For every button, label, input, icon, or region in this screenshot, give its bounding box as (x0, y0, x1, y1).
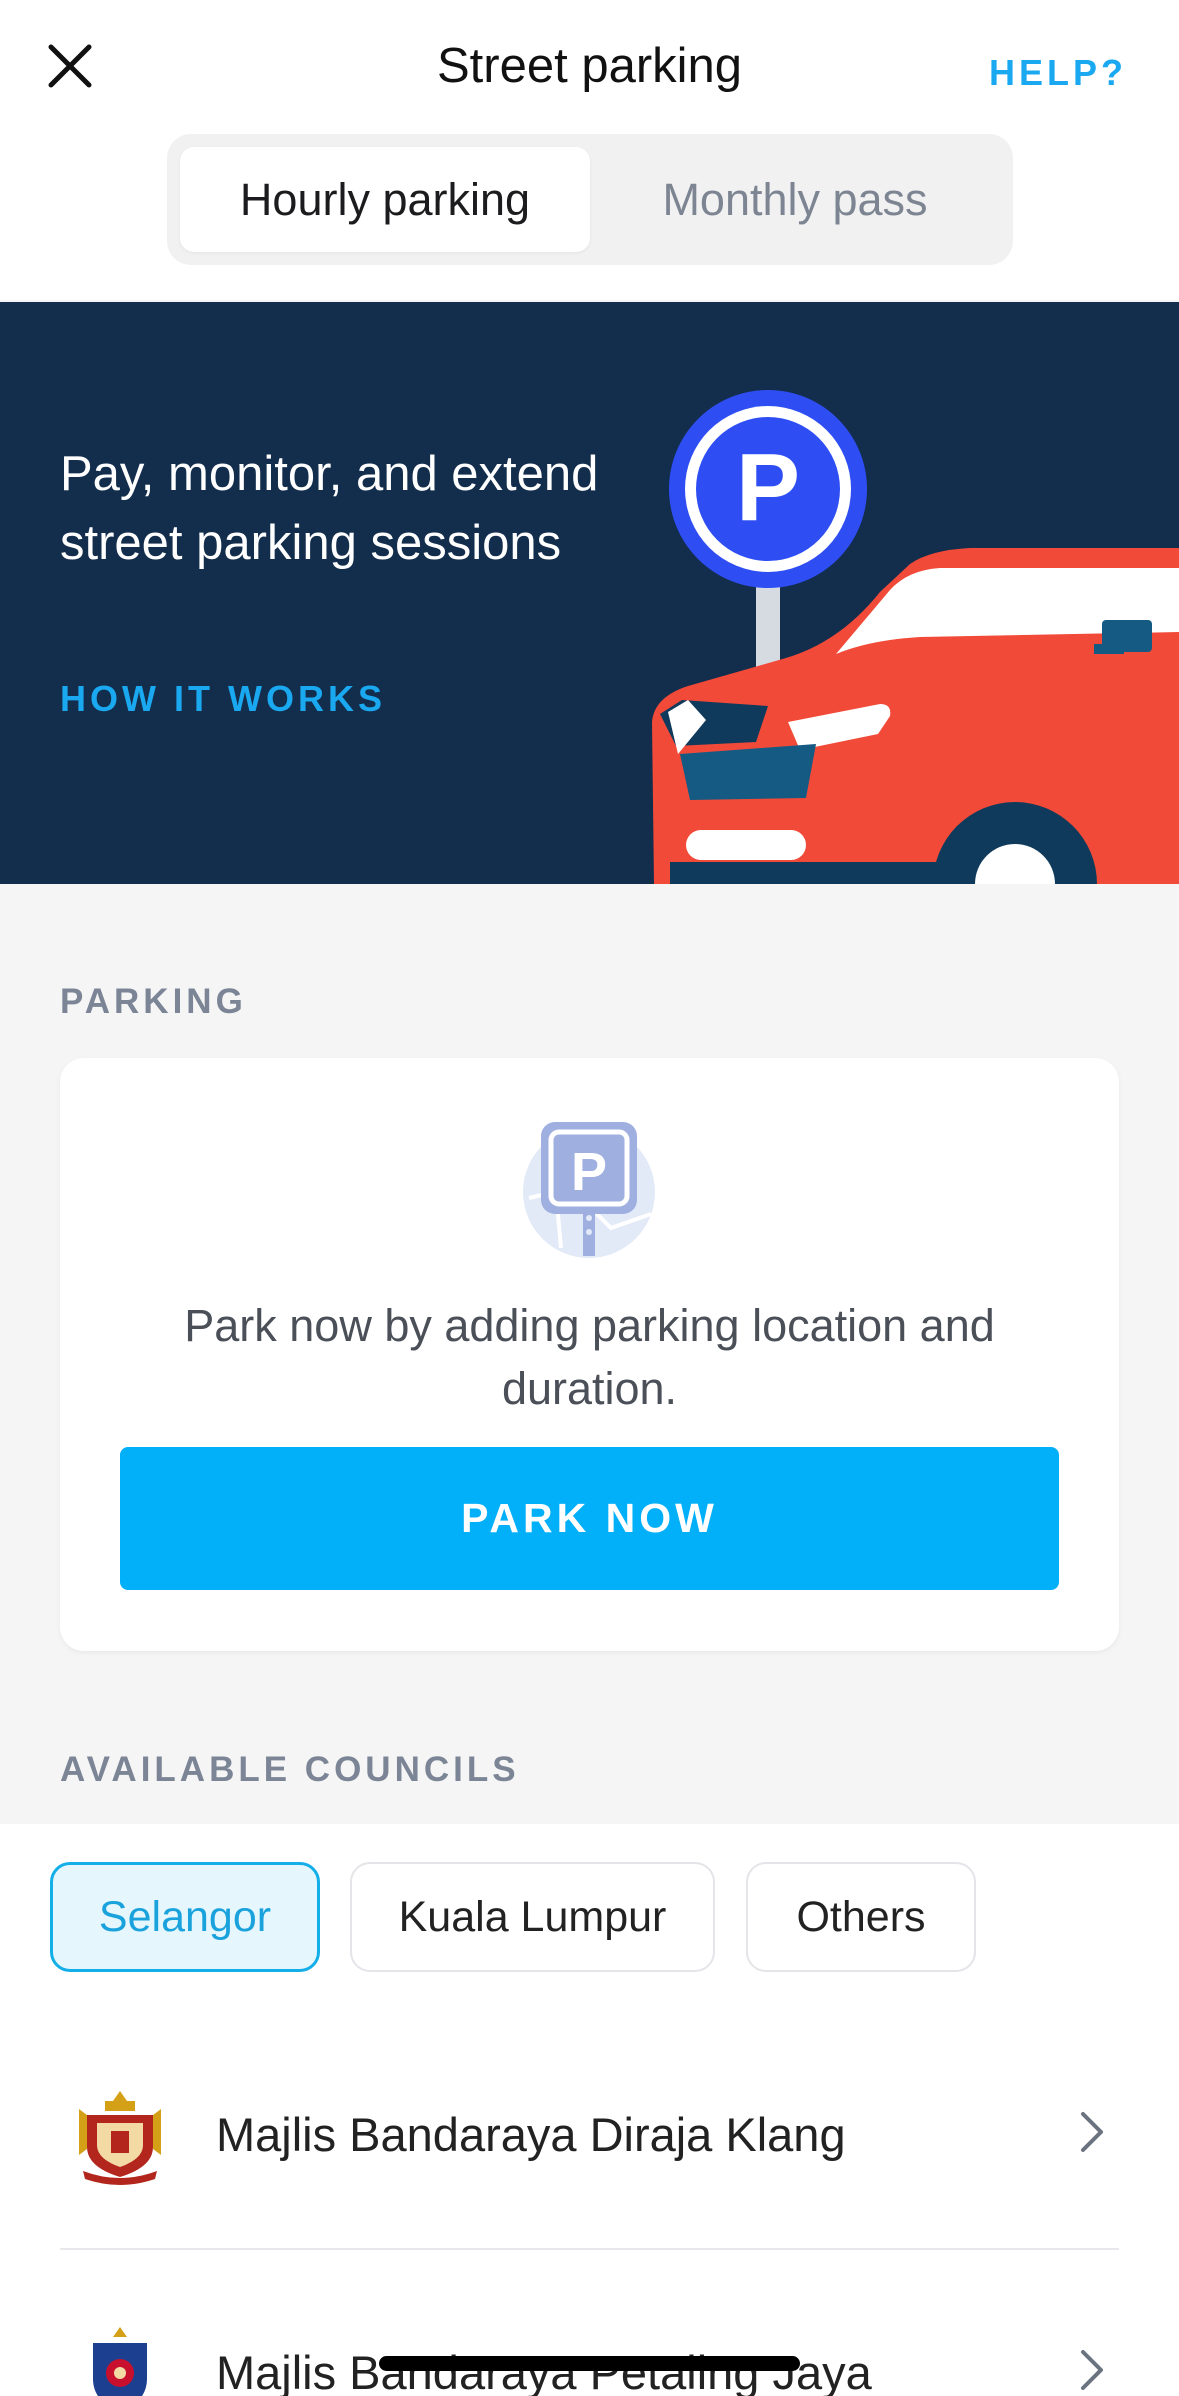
banner-text: Pay, monitor, and extend street parking … (60, 447, 599, 570)
filter-chip-selangor[interactable]: Selangor (50, 1862, 320, 1972)
chevron-right-icon (1081, 2112, 1103, 2152)
parked-car-illustration: P (652, 390, 1179, 884)
list-divider (60, 2248, 1119, 2250)
klang-crest-icon (79, 2091, 161, 2185)
parking-sign-icon: P (523, 1122, 655, 1258)
filter-chip-kuala-lumpur[interactable]: Kuala Lumpur (350, 1862, 715, 1972)
home-indicator (379, 2356, 800, 2371)
svg-text:P: P (571, 1142, 607, 1202)
tab-monthly-pass[interactable]: Monthly pass (590, 147, 1000, 252)
help-link[interactable]: HELP? (989, 52, 1127, 94)
svg-text:P: P (736, 434, 800, 541)
park-now-message: Park now by adding parking location and … (184, 1300, 995, 1414)
councils-section-label: AVAILABLE COUNCILS (60, 1750, 520, 1789)
council-name: Majlis Bandaraya Diraja Klang (216, 2108, 846, 2161)
tab-hourly-parking[interactable]: Hourly parking (180, 147, 590, 252)
council-row[interactable]: Majlis Bandaraya Petaling Jaya (60, 2278, 1119, 2396)
parking-type-tabs: Hourly parking Monthly pass (167, 134, 1013, 265)
park-now-button[interactable]: PARK NOW (120, 1447, 1059, 1590)
filter-chip-others[interactable]: Others (746, 1862, 976, 1972)
info-banner: Pay, monitor, and extend street parking … (0, 302, 1179, 884)
petaling-jaya-crest-icon (93, 2327, 147, 2396)
chevron-right-icon (1081, 2350, 1103, 2390)
council-row[interactable]: Majlis Bandaraya Diraja Klang (60, 2040, 1119, 2220)
top-bar: Street parking HELP? Hourly parking Mont… (0, 0, 1179, 300)
how-it-works-link[interactable]: HOW IT WORKS (60, 678, 386, 720)
park-now-card: P Park now by adding parking location an… (60, 1058, 1119, 1651)
parking-section-label: PARKING (60, 982, 247, 1021)
